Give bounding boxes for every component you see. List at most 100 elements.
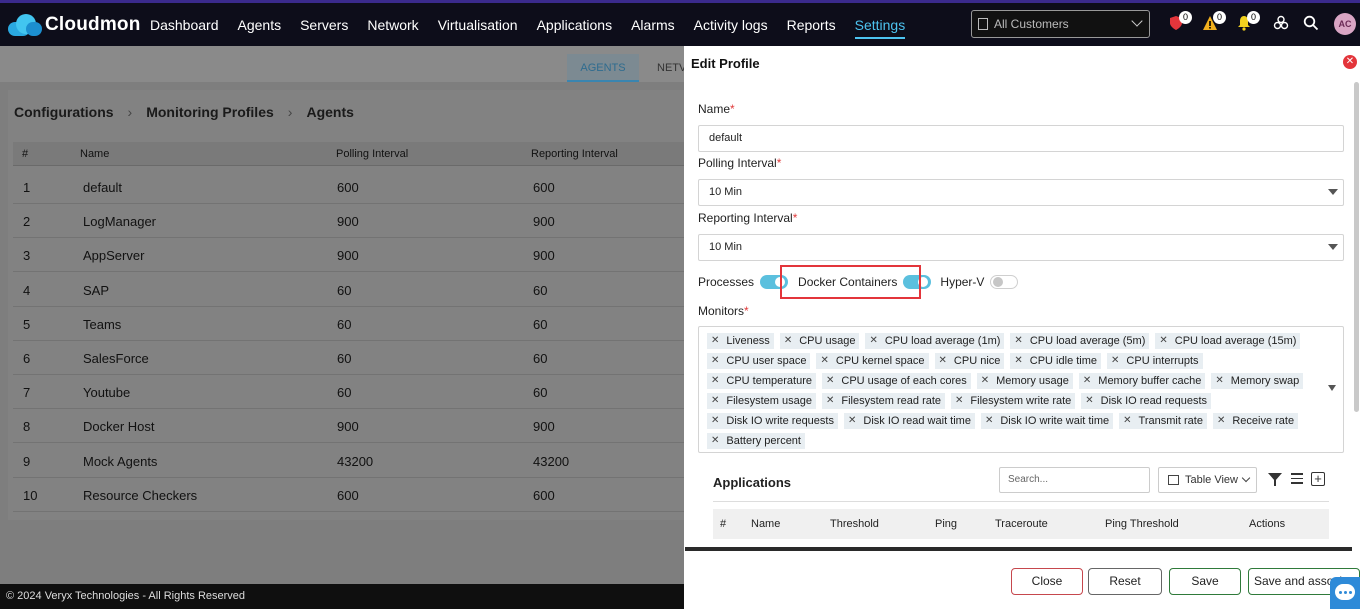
remove-chip-icon[interactable]: ✕ <box>1014 333 1022 349</box>
apps-col-ping-threshold: Ping Threshold <box>1105 518 1179 530</box>
reset-button[interactable]: Reset <box>1088 568 1162 595</box>
table-cell: 60 <box>337 316 352 332</box>
monitor-chip-label: Disk IO read wait time <box>863 415 971 427</box>
remove-chip-icon[interactable]: ✕ <box>939 353 947 369</box>
remove-chip-icon[interactable]: ✕ <box>1014 353 1022 369</box>
drawer-scrollbar[interactable] <box>1354 82 1359 412</box>
table-row[interactable]: 6 SalesForce 60 60 <box>13 341 684 375</box>
remove-chip-icon[interactable]: ✕ <box>985 413 993 429</box>
monitor-chip-label: CPU user space <box>726 355 807 367</box>
column-list-icon[interactable] <box>1291 473 1303 485</box>
close-button[interactable]: Close <box>1011 568 1083 595</box>
remove-chip-icon[interactable]: ✕ <box>1083 373 1091 389</box>
nav-alarms[interactable]: Alarms <box>631 11 675 39</box>
reporting-interval-select[interactable]: 10 Min <box>698 234 1344 261</box>
name-input[interactable]: default <box>698 125 1344 152</box>
horizontal-scrollbar[interactable] <box>685 547 1352 551</box>
remove-chip-icon[interactable]: ✕ <box>869 333 877 349</box>
profiles-table-header: # Name Polling Interval Reporting Interv… <box>13 142 684 166</box>
table-cell: Docker Host <box>83 419 155 435</box>
monitor-chip-label: Memory swap <box>1230 375 1300 387</box>
nav-agents[interactable]: Agents <box>238 11 282 39</box>
chat-icon[interactable] <box>1330 577 1360 609</box>
bell-icon[interactable]: 0 <box>1236 11 1260 31</box>
nav-virtualisation[interactable]: Virtualisation <box>438 11 518 39</box>
column-header-name: Name <box>80 148 110 160</box>
remove-chip-icon[interactable]: ✕ <box>848 413 856 429</box>
remove-chip-icon[interactable]: ✕ <box>1215 373 1223 389</box>
nav-applications[interactable]: Applications <box>537 11 613 39</box>
apps-col-traceroute: Traceroute <box>995 518 1048 530</box>
remove-chip-icon[interactable]: ✕ <box>1111 353 1119 369</box>
remove-chip-icon[interactable]: ✕ <box>784 333 792 349</box>
remove-chip-icon[interactable]: ✕ <box>711 333 719 349</box>
monitor-chip: ✕ Receive rate <box>1212 413 1299 429</box>
tab-network[interactable]: NETV <box>657 54 686 82</box>
table-cell: Mock Agents <box>83 453 158 469</box>
monitor-chip: ✕ Filesystem usage <box>707 393 816 409</box>
monitor-chip: ✕ Disk IO write requests <box>707 413 838 429</box>
monitor-chip: ✕ CPU load average (5m) <box>1010 333 1150 349</box>
remove-chip-icon[interactable]: ✕ <box>955 393 963 409</box>
polling-interval-select[interactable]: 10 Min <box>698 179 1344 206</box>
table-row[interactable]: 1 default 600 600 <box>13 170 684 204</box>
app-logo[interactable]: Cloudmon <box>8 13 144 36</box>
remove-chip-icon[interactable]: ✕ <box>1085 393 1093 409</box>
monitor-chip: ✕ CPU interrupts <box>1107 353 1203 369</box>
table-cell: 600 <box>533 487 555 503</box>
warning-icon[interactable]: 0 <box>1202 11 1226 31</box>
monitor-chip: ✕ CPU usage <box>779 333 860 349</box>
remove-chip-icon[interactable]: ✕ <box>1159 333 1167 349</box>
monitor-chip-label: CPU nice <box>953 355 1001 367</box>
remove-chip-icon[interactable]: ✕ <box>711 433 719 449</box>
table-row[interactable]: 2 LogManager 900 900 <box>13 204 684 239</box>
nav-network[interactable]: Network <box>367 11 418 39</box>
close-icon[interactable]: ✕ <box>1343 55 1357 69</box>
remove-chip-icon[interactable]: ✕ <box>711 353 719 369</box>
table-row[interactable]: 7 Youtube 60 60 <box>13 375 684 410</box>
hyper-v-toggle[interactable] <box>990 275 1019 289</box>
remove-chip-icon[interactable]: ✕ <box>711 413 719 429</box>
nav-settings[interactable]: Settings <box>854 11 906 39</box>
table-row[interactable]: 8 Docker Host 900 900 <box>13 409 684 444</box>
remove-chip-icon[interactable]: ✕ <box>826 393 834 409</box>
integrations-icon[interactable] <box>1273 15 1289 31</box>
save-button[interactable]: Save <box>1169 568 1241 595</box>
applications-search-input[interactable]: Search... <box>999 467 1150 493</box>
table-row[interactable]: 3 AppServer 900 900 <box>13 238 684 273</box>
remove-chip-icon[interactable]: ✕ <box>820 353 828 369</box>
settings-tabs: AGENTS NETV <box>0 46 686 82</box>
security-alert-icon[interactable]: 0 <box>1168 11 1192 31</box>
breadcrumb-configurations[interactable]: Configurations <box>14 104 114 120</box>
remove-chip-icon[interactable]: ✕ <box>1217 413 1225 429</box>
table-row[interactable]: 9 Mock Agents 43200 43200 <box>13 444 684 478</box>
main-nav: Dashboard Agents Servers Network Virtualisat… <box>150 11 924 39</box>
tab-agents[interactable]: AGENTS <box>567 54 639 82</box>
remove-chip-icon[interactable]: ✕ <box>711 373 719 389</box>
chevron-down-icon <box>1131 15 1143 27</box>
nav-dashboard[interactable]: Dashboard <box>150 11 219 39</box>
remove-chip-icon[interactable]: ✕ <box>711 393 719 409</box>
user-avatar[interactable]: AC <box>1334 13 1356 35</box>
table-row[interactable]: 10 Resource Checkers 600 600 <box>13 478 684 512</box>
monitors-multiselect[interactable]: ✕ Liveness ✕ CPU usage ✕ CPU load average (1m… <box>698 326 1344 453</box>
monitor-chip: ✕ Memory usage <box>976 373 1073 389</box>
table-view-select[interactable]: Table View <box>1158 467 1257 493</box>
nav-servers[interactable]: Servers <box>300 11 348 39</box>
remove-chip-icon[interactable]: ✕ <box>1123 413 1131 429</box>
table-cell: 10 <box>23 487 38 503</box>
table-cell: 60 <box>533 316 548 332</box>
monitor-chip-label: Filesystem usage <box>726 395 812 407</box>
remove-chip-icon[interactable]: ✕ <box>981 373 989 389</box>
table-row[interactable]: 5 Teams 60 60 <box>13 307 684 341</box>
search-icon[interactable] <box>1303 15 1319 31</box>
filter-icon-stem <box>1274 480 1276 486</box>
remove-chip-icon[interactable]: ✕ <box>826 373 834 389</box>
table-row[interactable]: 4 SAP 60 60 <box>13 273 684 307</box>
add-application-icon[interactable]: + <box>1311 472 1325 486</box>
nav-reports[interactable]: Reports <box>787 11 836 39</box>
monitor-chip-label: Battery percent <box>726 435 801 447</box>
breadcrumb-monitoring-profiles[interactable]: Monitoring Profiles <box>146 104 274 120</box>
nav-activity-logs[interactable]: Activity logs <box>694 11 768 39</box>
customer-select[interactable]: All Customers <box>971 10 1150 38</box>
